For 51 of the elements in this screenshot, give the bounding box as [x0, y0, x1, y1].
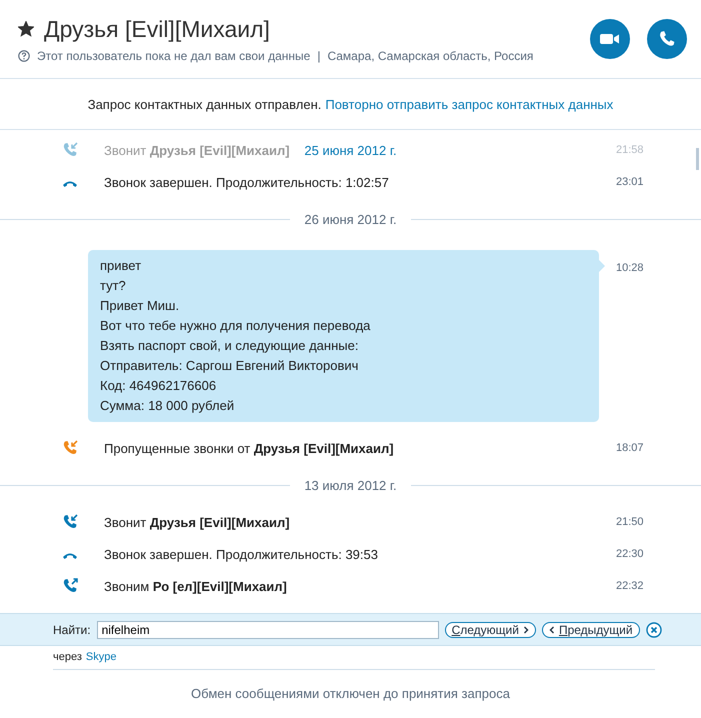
notice-text: Запрос контактных данных отправлен.	[88, 96, 322, 112]
event-time: 21:50	[616, 516, 645, 528]
resend-request-link[interactable]: Повторно отправить запрос контактных данных	[325, 96, 614, 112]
event-time: 18:07	[616, 442, 645, 454]
sticky-date: 25 июня 2012 г.	[303, 143, 398, 158]
call-event-text: Звонит Друзья [Evil][Михаил]	[104, 514, 290, 530]
contact-name: Друзья [Evil][Михаил]	[44, 16, 270, 42]
message-line: Вот что тебе нужно для получения перевода	[100, 317, 372, 335]
event-time: 22:30	[616, 548, 645, 560]
find-label: Найти:	[53, 622, 91, 636]
call-event-text: Звонок завершен. Продолжительность: 39:53	[104, 546, 378, 562]
status-text: Этот пользователь пока не дал вам свои данные	[37, 48, 310, 62]
message-line: Код: 464962176606	[100, 377, 218, 395]
call-event-text: Звоним Ро [ел][Evil][Михаил]	[104, 578, 287, 594]
message-line: тут?	[100, 277, 127, 295]
message-line: Взять паспорт свой, и следующие данные:	[100, 337, 360, 355]
event-time: 21:58	[616, 144, 645, 156]
message-line: Сумма: 18 000 рублей	[100, 397, 236, 415]
star-icon[interactable]	[18, 21, 34, 37]
outgoing-call-icon	[62, 578, 78, 594]
date-divider: 26 июня 2012 г.	[303, 212, 398, 226]
previous-button[interactable]: Предыдущий	[542, 622, 640, 638]
messaging-disabled-text: Обмен сообщениями отключен до принятия запроса	[190, 686, 511, 701]
incoming-call-icon	[62, 440, 78, 456]
message-line: Привет Миш.	[100, 297, 180, 315]
event-time: 22:32	[616, 580, 645, 592]
find-field[interactable]: nifelheim	[96, 620, 439, 638]
call-event-text: Пропущенные звонки от Друзья [Evil][Михаил]	[104, 440, 394, 456]
message-time: 10:28	[616, 262, 645, 274]
skype-link[interactable]: Skype	[86, 651, 116, 663]
message-line: привет	[100, 257, 142, 275]
scrollbar-thumb[interactable]	[696, 148, 699, 170]
incoming-call-icon	[62, 142, 78, 158]
call-event-text: Звонит Друзья [Evil][Михаил]	[104, 142, 290, 158]
chevron-right-icon	[522, 626, 529, 634]
call-button[interactable]	[647, 19, 687, 59]
via-text: через	[53, 651, 82, 663]
chevron-left-icon	[548, 626, 555, 634]
location-text: Самара, Самарская область, Россия	[327, 48, 534, 62]
next-button[interactable]: Следующий	[444, 622, 536, 638]
help-icon	[18, 50, 30, 62]
event-time: 23:01	[616, 176, 645, 188]
phone-icon	[658, 30, 676, 48]
separator-text: |	[317, 48, 320, 62]
message-line: Отправитель: Саргош Евгений Викторович	[100, 357, 360, 375]
date-divider: 13 июля 2012 г.	[303, 478, 398, 492]
call-event-text: Звонок завершен. Продолжительность: 1:02:57	[104, 174, 389, 190]
video-call-button[interactable]	[590, 19, 630, 59]
video-camera-icon	[600, 33, 620, 45]
close-icon[interactable]	[646, 622, 662, 638]
incoming-call-icon	[62, 514, 78, 530]
